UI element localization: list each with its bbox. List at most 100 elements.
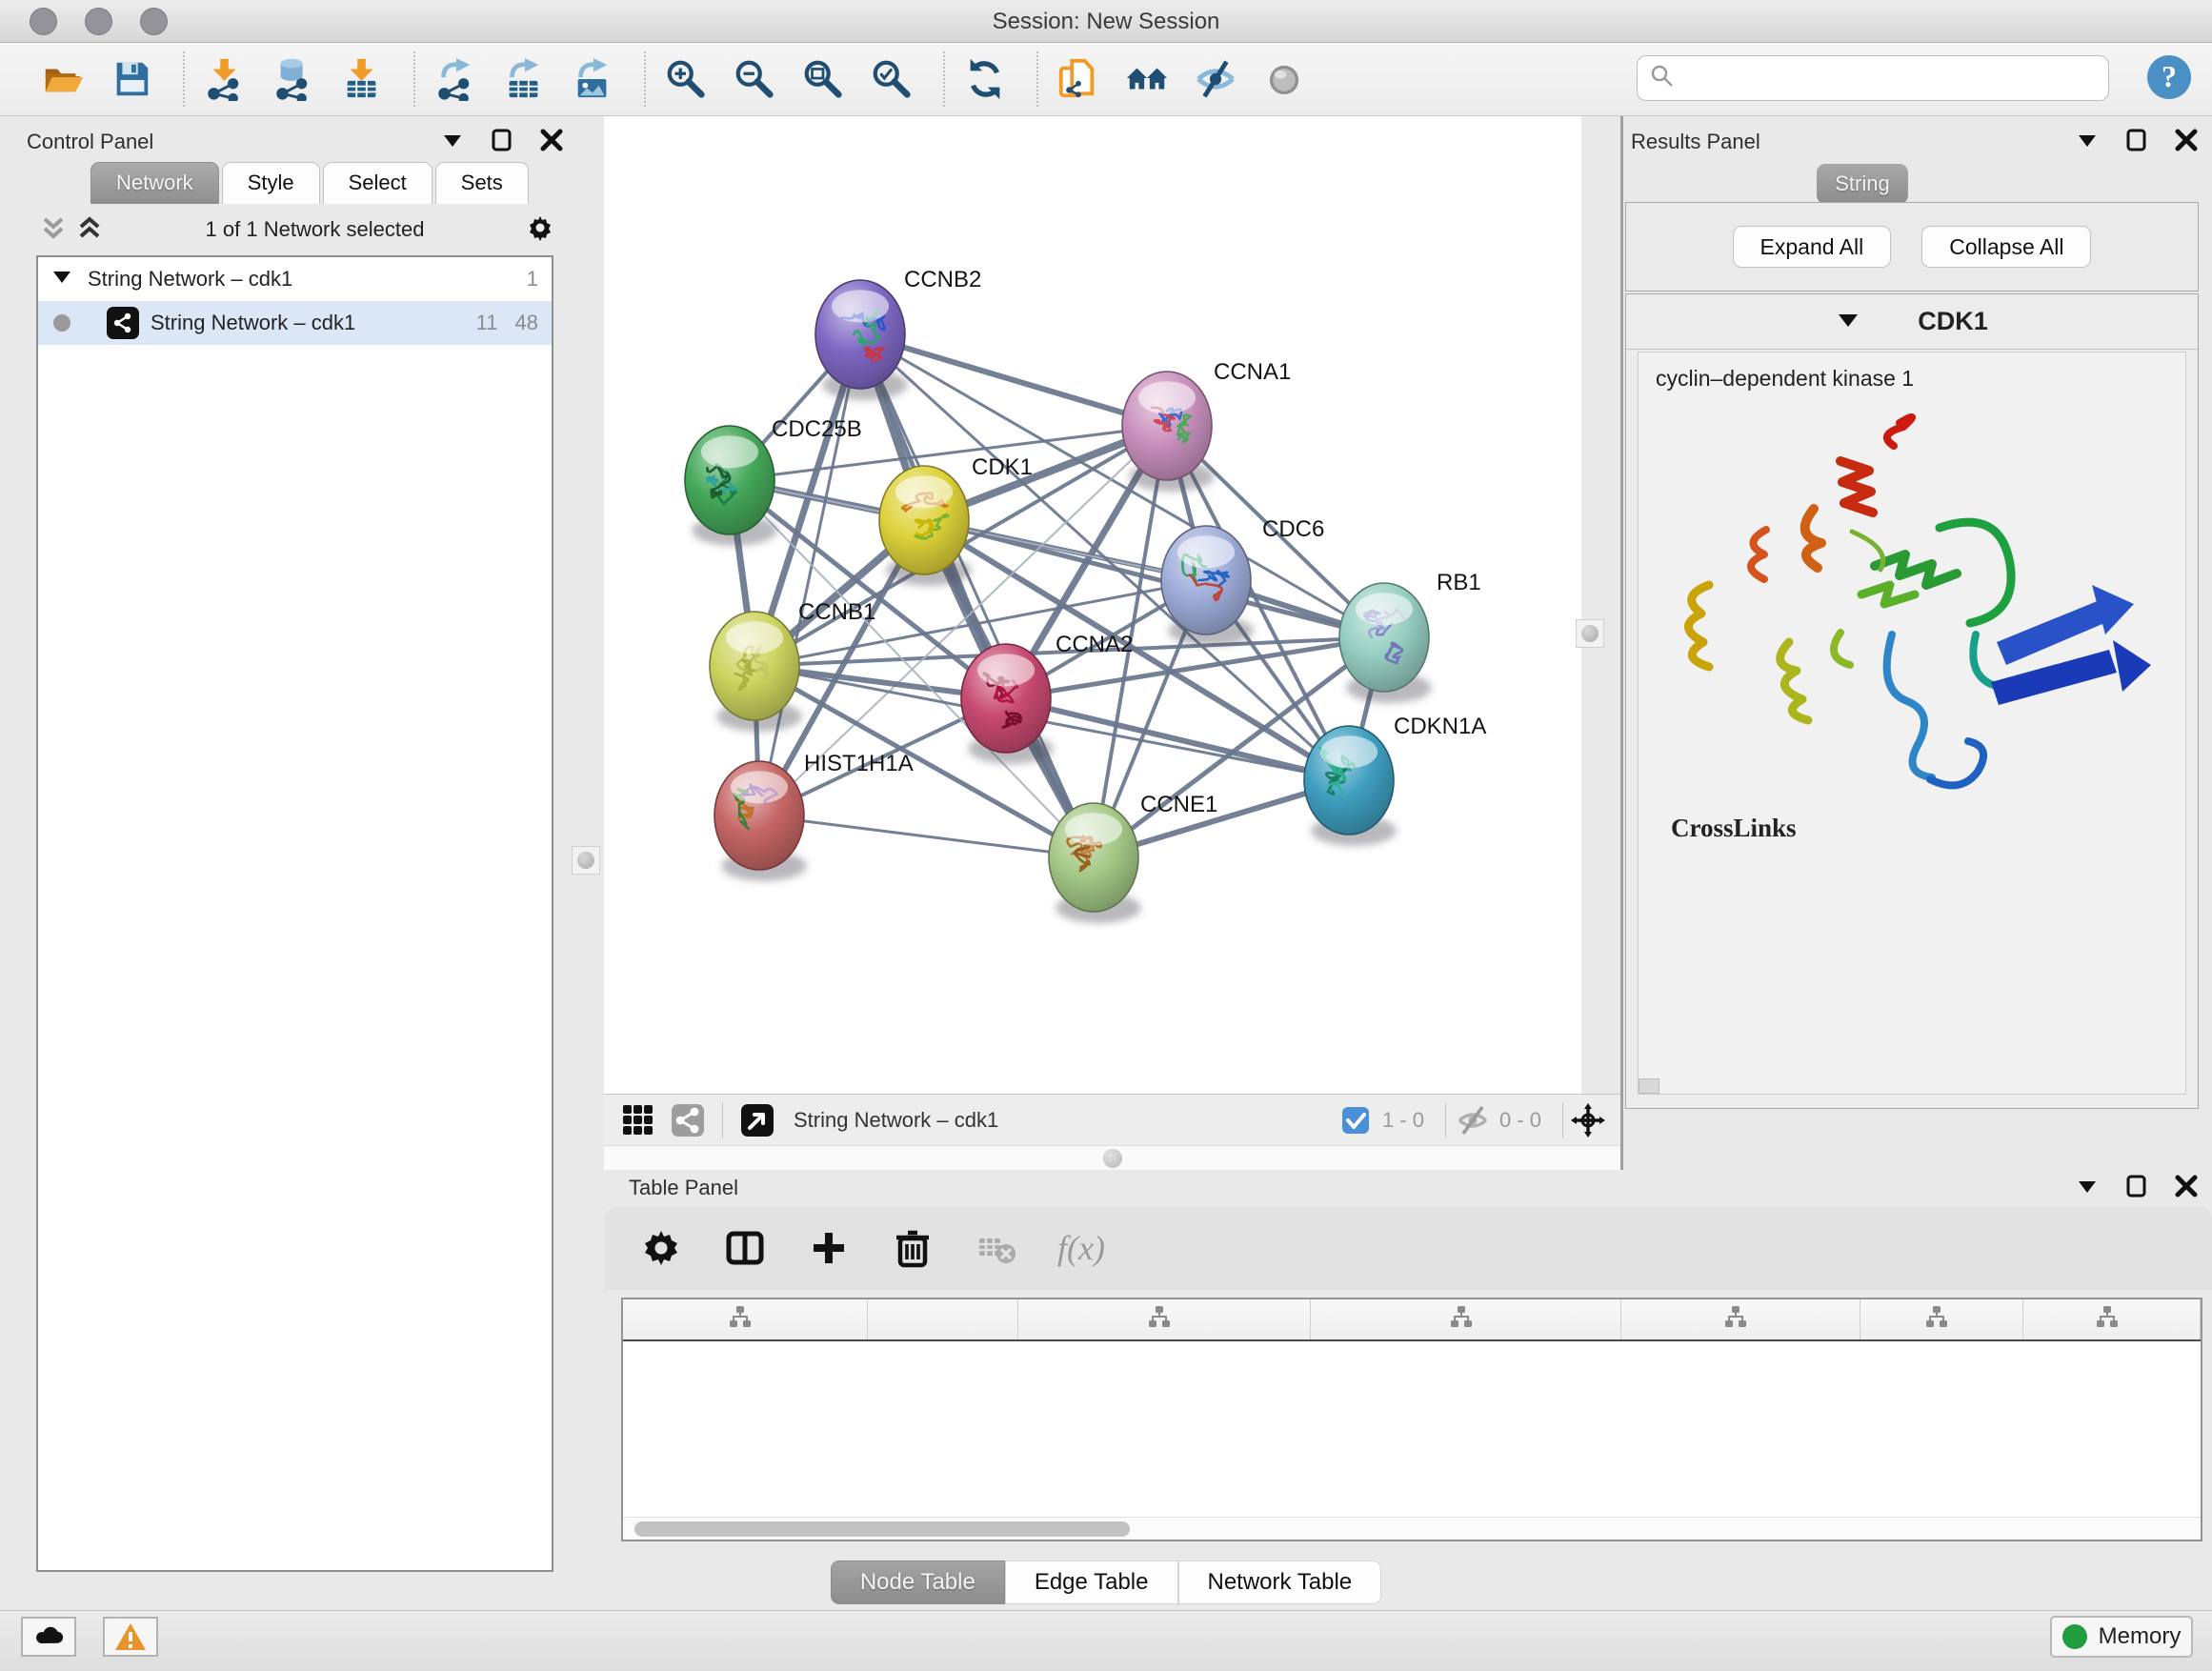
- memory-button[interactable]: Memory: [2050, 1616, 2193, 1658]
- network-node-hist1h1a[interactable]: [714, 761, 807, 881]
- network-collection-row[interactable]: String Network – cdk1 1: [38, 257, 552, 301]
- control-panel-close-button[interactable]: [539, 128, 564, 157]
- column-header-canonical-name[interactable]: [1018, 1299, 1311, 1339]
- network-node-ccnb2[interactable]: [815, 280, 908, 400]
- expand-all-icon[interactable]: [75, 213, 104, 247]
- birds-eye-grid-icon[interactable]: [619, 1101, 657, 1139]
- hidden-eye-slash-icon[interactable]: [1454, 1101, 1492, 1139]
- tab-style[interactable]: Style: [222, 162, 320, 204]
- save-session-icon[interactable]: [109, 56, 154, 102]
- table-cell[interactable]: [868, 1341, 1018, 1381]
- zoom-fit-icon[interactable]: [800, 56, 846, 102]
- table-cell[interactable]: [2023, 1341, 2201, 1381]
- collapse-all-button[interactable]: Collapse All: [1921, 226, 2091, 268]
- table-row[interactable]: [623, 1341, 2201, 1381]
- open-in-new-window-icon[interactable]: [738, 1101, 776, 1139]
- fit-content-crosshair-icon[interactable]: [1569, 1101, 1607, 1139]
- zoom-selected-icon[interactable]: [869, 56, 915, 102]
- graphics-details-icon[interactable]: [1193, 56, 1238, 102]
- column-header--id[interactable]: [1860, 1299, 2023, 1339]
- refresh-icon[interactable]: [962, 56, 1008, 102]
- import-table-icon[interactable]: [339, 56, 385, 102]
- export-network-icon[interactable]: [432, 56, 478, 102]
- search-input[interactable]: [1676, 66, 2108, 91]
- table-cell[interactable]: [623, 1341, 868, 1381]
- results-panel-maximize-button[interactable]: [2124, 128, 2149, 157]
- table-panel-close-button[interactable]: [2174, 1174, 2199, 1203]
- column-header-shared-name[interactable]: [623, 1299, 868, 1339]
- column-header-name[interactable]: [868, 1299, 1018, 1339]
- tab-sets[interactable]: Sets: [435, 162, 529, 204]
- network-node-cdk1[interactable]: [879, 466, 972, 586]
- network-node-ccna1[interactable]: [1122, 372, 1215, 492]
- column-header-namespace[interactable]: [2023, 1299, 2201, 1339]
- show-columns-icon[interactable]: [722, 1225, 768, 1271]
- export-table-icon[interactable]: [501, 56, 547, 102]
- network-options-gear-icon[interactable]: [526, 213, 554, 247]
- network-node-ccnb1[interactable]: [710, 612, 802, 732]
- network-canvas[interactable]: CCNB2CCNA1CDC25BCDK1CDC6RB1CCNB1CCNA2CDK…: [604, 116, 1581, 1094]
- control-panel-float-button[interactable]: [440, 128, 465, 157]
- scrollbar-thumb[interactable]: [634, 1521, 1130, 1537]
- tab-network[interactable]: Network: [90, 162, 219, 204]
- expand-all-button[interactable]: Expand All: [1733, 226, 1892, 268]
- tab-node-table[interactable]: Node Table: [831, 1560, 1005, 1604]
- import-network-file-icon[interactable]: [202, 56, 248, 102]
- network-row[interactable]: String Network – cdk1 11 48: [38, 301, 552, 345]
- export-image-icon[interactable]: [570, 56, 615, 102]
- network-node-cdc6[interactable]: [1161, 526, 1254, 646]
- open-session-icon[interactable]: [40, 56, 86, 102]
- section-collapse-triangle-icon[interactable]: [1836, 307, 1860, 336]
- help-button[interactable]: ?: [2145, 53, 2193, 101]
- network-node-rb1[interactable]: [1339, 583, 1432, 703]
- table-cell[interactable]: [1621, 1341, 1860, 1381]
- table-panel-splitter[interactable]: [604, 1145, 1620, 1170]
- network-node-ccne1[interactable]: [1049, 803, 1141, 923]
- network-edge[interactable]: [759, 334, 860, 815]
- tab-string[interactable]: String: [1817, 164, 1908, 204]
- tab-network-table[interactable]: Network Table: [1178, 1560, 1382, 1604]
- column-header-database-identifier[interactable]: [1311, 1299, 1621, 1339]
- node-section-header[interactable]: CDK1: [1626, 294, 2198, 350]
- zoom-in-icon[interactable]: [663, 56, 709, 102]
- table-cell[interactable]: [1860, 1341, 2023, 1381]
- tab-select[interactable]: Select: [323, 162, 432, 204]
- network-edge[interactable]: [860, 334, 1094, 857]
- results-panel-float-button[interactable]: [2075, 128, 2100, 157]
- level-of-detail-icon[interactable]: [1261, 56, 1307, 102]
- delete-table-icon[interactable]: [974, 1225, 1019, 1271]
- network-node-cdc25b[interactable]: [685, 426, 777, 546]
- function-builder-icon[interactable]: f(x): [1057, 1228, 1105, 1268]
- selected-checkbox-icon[interactable]: [1337, 1101, 1375, 1139]
- column-header-description[interactable]: [1621, 1299, 1860, 1339]
- table-panel-float-button[interactable]: [2075, 1174, 2100, 1203]
- network-graph[interactable]: CCNB2CCNA1CDC25BCDK1CDC6RB1CCNB1CCNA2CDK…: [604, 116, 1581, 1094]
- network-node-cdkn1a[interactable]: [1304, 726, 1397, 846]
- duplicate-network-icon[interactable]: [1056, 56, 1101, 102]
- left-splitter-handle[interactable]: [572, 846, 600, 875]
- table-settings-gear-icon[interactable]: [638, 1225, 684, 1271]
- import-network-database-icon[interactable]: [271, 56, 316, 102]
- delete-column-trash-icon[interactable]: [890, 1225, 935, 1271]
- table-horizontal-scrollbar[interactable]: [623, 1517, 2201, 1540]
- table-panel-maximize-button[interactable]: [2124, 1174, 2149, 1203]
- network-share-icon[interactable]: [669, 1101, 707, 1139]
- collapse-triangle-icon[interactable]: [51, 266, 72, 292]
- cloud-status-button[interactable]: [21, 1617, 76, 1657]
- table-cell[interactable]: [1311, 1341, 1621, 1381]
- warnings-button[interactable]: [103, 1617, 158, 1657]
- first-neighbors-icon[interactable]: [1124, 56, 1170, 102]
- network-node-ccna2[interactable]: [961, 644, 1054, 764]
- search-field[interactable]: [1637, 55, 2109, 101]
- control-panel-maximize-button[interactable]: [490, 128, 514, 157]
- collapse-all-icon[interactable]: [39, 213, 68, 247]
- results-scroll-nub[interactable]: [1639, 1078, 1659, 1094]
- results-panel-close-button[interactable]: [2174, 128, 2199, 157]
- table-cell[interactable]: [1018, 1341, 1311, 1381]
- add-column-icon[interactable]: [806, 1225, 852, 1271]
- network-edge[interactable]: [759, 815, 1094, 857]
- tab-edge-table[interactable]: Edge Table: [1005, 1560, 1178, 1604]
- right-splitter-handle[interactable]: [1576, 619, 1604, 648]
- results-panel-splitter[interactable]: [1620, 116, 1623, 1170]
- network-edge[interactable]: [860, 334, 1167, 426]
